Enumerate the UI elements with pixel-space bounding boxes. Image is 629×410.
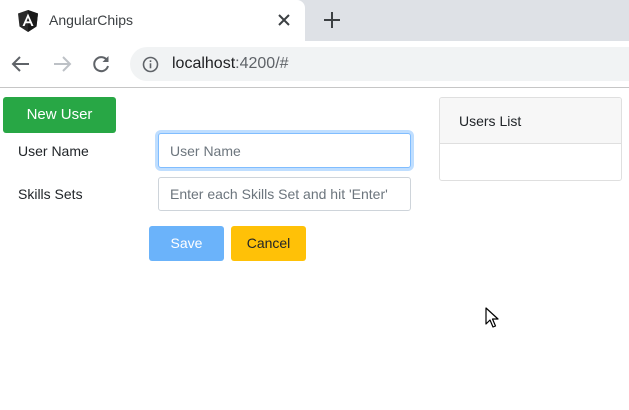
- plus-icon[interactable]: [320, 8, 344, 32]
- user-name-label: User Name: [18, 143, 89, 159]
- new-user-button[interactable]: New User: [3, 97, 116, 133]
- mouse-cursor-icon: [485, 307, 499, 329]
- browser-tab[interactable]: AngularChips: [0, 0, 305, 41]
- users-list-card: Users List: [439, 97, 622, 181]
- skills-sets-input[interactable]: [158, 177, 411, 211]
- url-host: localhost: [172, 55, 236, 72]
- save-button[interactable]: Save: [149, 226, 224, 261]
- tab-strip: AngularChips: [0, 0, 629, 41]
- info-icon[interactable]: [142, 56, 159, 73]
- cancel-button[interactable]: Cancel: [231, 226, 306, 261]
- address-bar[interactable]: localhost:4200/#: [130, 47, 629, 81]
- skills-sets-label: Skills Sets: [18, 186, 83, 202]
- url-text: localhost:4200/#: [172, 55, 289, 73]
- user-name-input[interactable]: [158, 133, 411, 168]
- tab-title: AngularChips: [49, 12, 134, 28]
- arrow-back-icon[interactable]: [9, 52, 33, 76]
- users-list-title: Users List: [440, 98, 621, 144]
- url-path: :4200/#: [235, 55, 289, 72]
- close-icon[interactable]: [273, 9, 295, 31]
- arrow-forward-icon[interactable]: [50, 52, 74, 76]
- angular-logo-icon: [18, 10, 38, 32]
- browser-toolbar: localhost:4200/#: [0, 41, 629, 88]
- reload-icon[interactable]: [89, 52, 113, 76]
